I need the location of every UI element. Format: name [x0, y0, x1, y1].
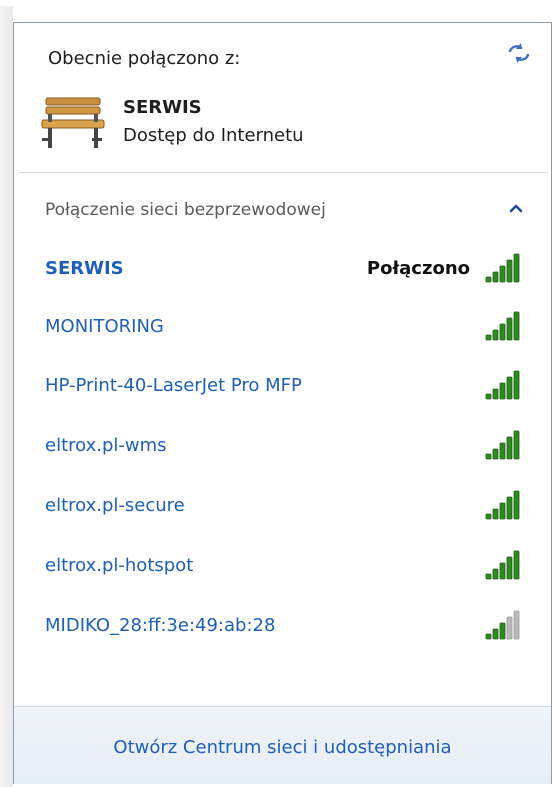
wireless-section-label: Połączenie sieci bezprzewodowej: [45, 200, 326, 220]
signal-bar: [485, 334, 492, 341]
signal-bar: [492, 568, 499, 580]
signal-bar: [506, 496, 513, 520]
top-strip: [0, 0, 558, 22]
signal-bar: [499, 442, 506, 460]
current-network-name: SERWIS: [123, 97, 202, 118]
wifi-signal-icon: [485, 490, 520, 520]
network-row[interactable]: eltrox.pl-secure: [18, 477, 546, 535]
signal-bar: [499, 502, 506, 520]
signal-bar: [485, 573, 492, 580]
signal-bar: [513, 311, 520, 341]
signal-bar: [499, 265, 506, 283]
signal-bar: [506, 556, 513, 580]
refresh-arrows-icon[interactable]: [506, 40, 532, 66]
network-row[interactable]: MIDIKO_28:ff:3e:49:ab:28: [18, 597, 546, 655]
open-network-center-link[interactable]: Otwórz Centrum sieci i udostępniania: [14, 737, 551, 758]
signal-bar: [506, 616, 513, 640]
signal-bar: [485, 393, 492, 400]
signal-bar: [492, 271, 499, 283]
left-edge: [0, 6, 13, 787]
wifi-signal-icon: [485, 430, 520, 460]
network-row[interactable]: eltrox.pl-hotspot: [18, 537, 546, 595]
signal-bar: [485, 453, 492, 460]
signal-bar: [492, 508, 499, 520]
network-row[interactable]: MONITORING: [18, 298, 546, 356]
network-state: Połączono: [366, 258, 470, 279]
bench-icon: [41, 97, 105, 148]
signal-bar: [513, 610, 520, 640]
footer: Otwórz Centrum sieci i udostępniania: [14, 706, 551, 784]
signal-bar: [492, 448, 499, 460]
signal-bar: [513, 550, 520, 580]
signal-bar: [485, 633, 492, 640]
network-name: SERWIS: [45, 258, 124, 279]
signal-bar: [492, 388, 499, 400]
signal-bar: [506, 259, 513, 283]
network-row[interactable]: HP-Print-40-LaserJet Pro MFP: [18, 357, 546, 415]
signal-bar: [513, 253, 520, 283]
signal-bar: [513, 430, 520, 460]
signal-bar: [513, 370, 520, 400]
network-name: eltrox.pl-wms: [45, 435, 167, 456]
signal-bar: [485, 276, 492, 283]
network-name: eltrox.pl-secure: [45, 495, 185, 516]
current-connection-header: Obecnie połączono z:: [48, 48, 241, 69]
current-network-status: Dostęp do Internetu: [123, 125, 304, 146]
signal-bar: [499, 323, 506, 341]
signal-bar: [513, 490, 520, 520]
signal-bar: [506, 376, 513, 400]
wifi-signal-icon: [485, 253, 520, 283]
signal-bar: [492, 628, 499, 640]
wifi-signal-icon: [485, 311, 520, 341]
wifi-signal-icon: [485, 370, 520, 400]
network-name: MONITORING: [45, 316, 164, 337]
network-name: MIDIKO_28:ff:3e:49:ab:28: [45, 615, 276, 636]
signal-bar: [506, 436, 513, 460]
network-row[interactable]: eltrox.pl-wms: [18, 417, 546, 475]
wifi-signal-icon: [485, 550, 520, 580]
signal-bar: [499, 382, 506, 400]
section-divider: [18, 172, 548, 173]
wifi-signal-icon: [485, 610, 520, 640]
network-name: HP-Print-40-LaserJet Pro MFP: [45, 375, 302, 396]
signal-bar: [485, 513, 492, 520]
network-flyout: Obecnie połączono z: SERWIS Dostęp do In…: [0, 0, 558, 787]
signal-bar: [499, 562, 506, 580]
network-name: eltrox.pl-hotspot: [45, 555, 194, 576]
chevron-up-icon[interactable]: [505, 197, 527, 219]
signal-bar: [499, 622, 506, 640]
signal-bar: [506, 317, 513, 341]
network-row[interactable]: SERWIS Połączono: [18, 240, 546, 298]
signal-bar: [492, 329, 499, 341]
